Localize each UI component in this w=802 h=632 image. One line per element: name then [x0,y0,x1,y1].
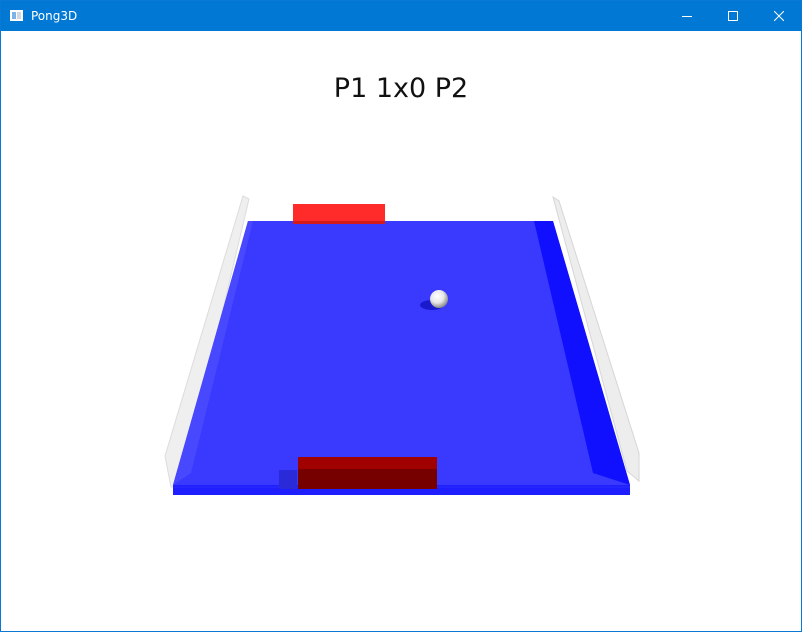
app-icon [10,10,23,21]
window-title: Pong3D [31,9,78,23]
close-icon [774,11,784,21]
paddle-p1-top [298,457,437,471]
pong-scene [164,195,640,495]
title-bar[interactable]: Pong3D [1,1,801,31]
game-viewport[interactable]: P1 1x0 P2 [1,31,801,631]
scoreboard: P1 1x0 P2 [333,73,469,104]
ball [430,290,448,308]
paddle-p1-shadow [279,470,297,489]
maximize-button[interactable] [710,1,756,31]
app-window: Pong3D P1 1x0 P2 [0,0,802,632]
minimize-icon [682,16,692,17]
paddle-p1-front [298,469,437,489]
maximize-icon [728,11,738,21]
close-button[interactable] [756,1,802,31]
minimize-button[interactable] [664,1,710,31]
